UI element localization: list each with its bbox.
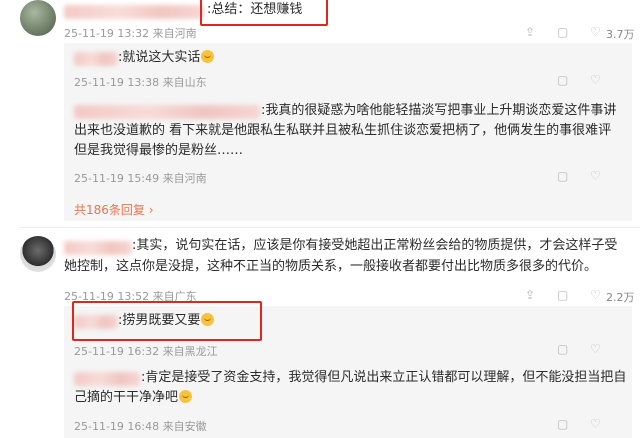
highlight-box <box>200 0 328 26</box>
reply-text: 但是我觉得最惨的是粉丝…… <box>74 143 244 158</box>
reply-text: :就说这大实话 <box>118 48 215 68</box>
comment-timestamp: 25-11-19 13:32 来自河南 <box>64 27 197 40</box>
reply-text: 己摘的干干净净吧 <box>74 388 193 408</box>
comment-icon[interactable]: ▢ <box>557 343 568 355</box>
username-blurred[interactable] <box>74 105 260 119</box>
comment-icon[interactable]: ▢ <box>557 289 568 301</box>
like-icon[interactable]: ♡ <box>590 26 601 38</box>
like-icon[interactable]: ♡ <box>590 289 601 301</box>
comment-text: :其实，说句实在话，应该是你有接受她超出正常粉丝会给的物质提供，才会这样子受 <box>132 238 618 253</box>
comment-icon[interactable]: ▢ <box>557 74 568 86</box>
reply-text: 出来也没道歉的 看下来就是他跟私生私联并且被私生抓住谈恋爱把柄了，他俩发生的事很… <box>74 123 612 138</box>
username-blurred[interactable] <box>74 52 118 66</box>
reply-timestamp: 25-11-19 16:32 来自黑龙江 <box>74 345 218 358</box>
username-blurred[interactable] <box>74 372 140 386</box>
username-blurred[interactable] <box>64 5 204 19</box>
like-count: 2.2万 <box>606 291 635 304</box>
share-icon[interactable]: ⇪ <box>525 26 535 38</box>
view-more-replies-link[interactable]: 共186条回复 › <box>74 201 154 218</box>
comment-text: 她控制，这点你是没提，这种不正当的物质关系，一般接收者都要付出比物质多很多的代价… <box>64 259 598 274</box>
reply-timestamp: 25-11-19 13:38 来自山东 <box>74 76 207 89</box>
reply-text: :肯定是接受了资金支持，我觉得但凡说出来立正认错都可以理解，但不能没担当把自 <box>141 370 627 385</box>
highlight-box <box>72 301 262 341</box>
like-icon[interactable]: ♡ <box>590 170 601 182</box>
comment-icon[interactable]: ▢ <box>557 170 568 182</box>
username-blurred[interactable] <box>64 241 132 255</box>
reply-timestamp: 25-11-19 16:48 来自安徽 <box>74 420 207 433</box>
avatar[interactable] <box>20 236 56 272</box>
like-icon[interactable]: ♡ <box>590 74 601 86</box>
avatar[interactable] <box>20 0 56 36</box>
like-count: 3.7万 <box>606 28 635 41</box>
comment-icon[interactable]: ▢ <box>557 26 568 38</box>
sweat-emoji-icon <box>179 390 193 403</box>
reply-text: :我真的很疑惑为啥他能轻描淡写把事业上升期谈恋爱这件事讲 <box>261 103 617 118</box>
reply-timestamp: 25-11-19 15:49 来自河南 <box>74 172 207 185</box>
chevron-right-icon: › <box>148 203 154 217</box>
comment-icon[interactable]: ▢ <box>557 418 568 430</box>
like-icon[interactable]: ♡ <box>590 343 601 355</box>
divider <box>20 227 640 228</box>
share-icon[interactable]: ⇪ <box>525 289 535 301</box>
like-icon[interactable]: ♡ <box>590 418 601 430</box>
laugh-emoji-icon <box>201 50 215 63</box>
